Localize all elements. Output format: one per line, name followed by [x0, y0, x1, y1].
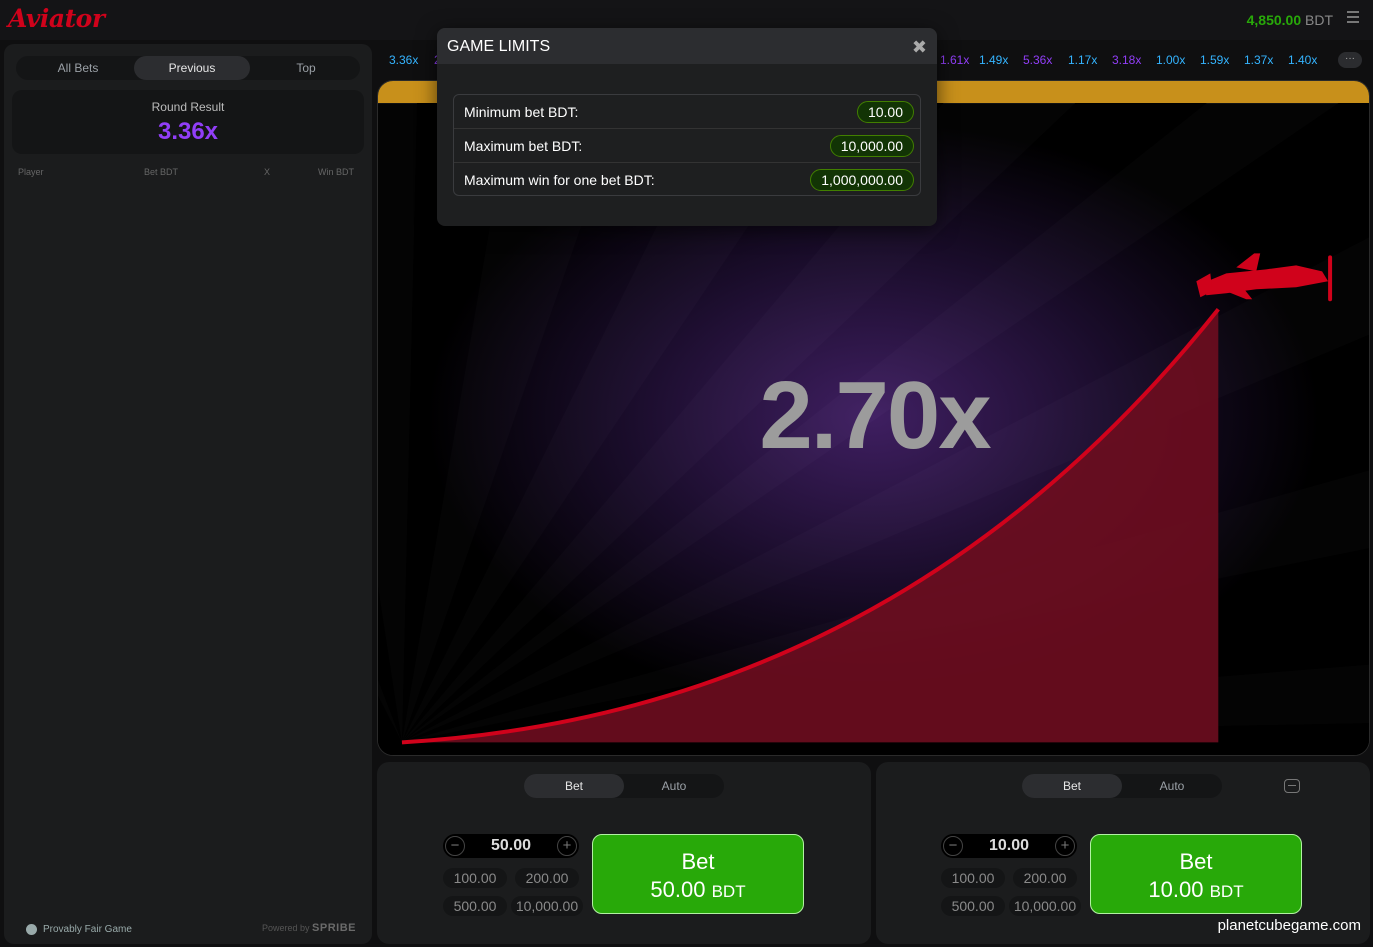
limit-row: Maximum win for one bet BDT: 1,000,000.0… [454, 163, 920, 197]
history-item: 1.00x [1156, 53, 1186, 67]
quick-amount-button[interactable]: 100.00 [443, 868, 507, 888]
quick-amount-button[interactable]: 500.00 [941, 896, 1005, 916]
bet-button-currency: BDT [711, 882, 746, 901]
limit-label: Maximum bet BDT: [464, 138, 583, 154]
tab-auto[interactable]: Auto [1122, 774, 1222, 798]
increase-button[interactable]: + [557, 836, 577, 856]
bet-button-currency: BDT [1209, 882, 1244, 901]
quick-amount-button[interactable]: 200.00 [1013, 868, 1077, 888]
round-result-box: Round Result 3.36x [12, 90, 364, 154]
bet-panel-1-tabs: Bet Auto [524, 774, 724, 798]
round-result-label: Round Result [151, 100, 225, 114]
bets-panel: All Bets Previous Top Round Result 3.36x… [4, 44, 372, 944]
history-item: 1.40x [1288, 53, 1318, 67]
bet-amount-stepper: − 10.00 + [941, 834, 1077, 858]
history-item: 1.61x [940, 53, 970, 67]
tab-bet[interactable]: Bet [524, 774, 624, 798]
history-item: 1.49x [979, 53, 1009, 67]
bets-tabs: All Bets Previous Top [16, 56, 360, 80]
limit-label: Maximum win for one bet BDT: [464, 172, 655, 188]
tab-auto[interactable]: Auto [624, 774, 724, 798]
powered-by: Powered by SPRIBE [262, 922, 356, 934]
limit-value-badge: 10.00 [856, 101, 914, 123]
limit-value-badge: 10,000.00 [829, 135, 914, 157]
bets-column-headers: Player Bet BDT X Win BDT [18, 167, 358, 179]
close-icon[interactable]: ✖ [912, 37, 927, 58]
bet-button-label: Bet [681, 849, 715, 874]
balance-amount: 4,850.00 [1246, 12, 1302, 28]
bet-button-amount: 10.00 [1148, 877, 1204, 902]
menu-icon[interactable] [1347, 11, 1359, 25]
col-win: Win BDT [318, 167, 354, 177]
limit-label: Minimum bet BDT: [464, 104, 579, 120]
quick-amount-button[interactable]: 200.00 [515, 868, 579, 888]
tab-all-bets[interactable]: All Bets [20, 56, 136, 80]
remove-panel-icon[interactable] [1284, 779, 1300, 793]
limit-value-badge: 1,000,000.00 [810, 169, 914, 191]
modal-title: GAME LIMITS [447, 38, 551, 55]
provably-fair-link[interactable]: Provably Fair Game [26, 924, 132, 935]
bet-button-label: Bet [1179, 849, 1213, 874]
history-item: 1.37x [1244, 53, 1274, 67]
bet-amount-stepper: − 50.00 + [443, 834, 579, 858]
quick-amount-button[interactable]: 500.00 [443, 896, 507, 916]
col-player: Player [18, 167, 44, 177]
col-bet: Bet BDT [144, 167, 179, 177]
bet-amount-value[interactable]: 50.00 [469, 837, 553, 855]
balance: 4,850.00 BDT [1247, 12, 1333, 28]
history-item: 1.59x [1200, 53, 1230, 67]
spribe-logo: SPRIBE [312, 922, 356, 934]
quick-amount-button[interactable]: 10,000.00 [1009, 896, 1081, 916]
limits-table: Minimum bet BDT: 10.00 Maximum bet BDT: … [453, 94, 921, 196]
history-item: 3.18x [1112, 53, 1142, 67]
history-item: 1.17x [1068, 53, 1098, 67]
watermark: planetcubegame.com [1217, 917, 1361, 934]
bet-button-amount: 50.00 [650, 877, 706, 902]
tab-bet[interactable]: Bet [1022, 774, 1122, 798]
bet-button[interactable]: Bet 10.00 BDT [1090, 834, 1302, 914]
current-multiplier: 2.70x [759, 362, 991, 469]
bet-panel-2-tabs: Bet Auto [1022, 774, 1222, 798]
quick-amount-button[interactable]: 10,000.00 [511, 896, 583, 916]
history-item: 3.36x [389, 53, 419, 67]
quick-amount-button[interactable]: 100.00 [941, 868, 1005, 888]
powered-by-label: Powered by [261, 923, 310, 933]
tab-previous[interactable]: Previous [134, 56, 250, 80]
balance-currency: BDT [1305, 12, 1333, 28]
decrease-button[interactable]: − [943, 836, 963, 856]
bet-panel-1: Bet Auto − 50.00 + 100.00 200.00 500.00 … [377, 762, 871, 944]
bet-amount-value[interactable]: 10.00 [967, 837, 1051, 855]
shield-check-icon [26, 924, 37, 935]
history-more-button[interactable]: ··· [1338, 52, 1362, 68]
modal-header: GAME LIMITS ✖ [437, 28, 937, 64]
bet-button[interactable]: Bet 50.00 BDT [592, 834, 804, 914]
limit-row: Maximum bet BDT: 10,000.00 [454, 129, 920, 163]
decrease-button[interactable]: − [445, 836, 465, 856]
game-limits-modal: GAME LIMITS ✖ Minimum bet BDT: 10.00 Max… [437, 28, 937, 226]
tab-top[interactable]: Top [248, 56, 364, 80]
limit-row: Minimum bet BDT: 10.00 [454, 95, 920, 129]
col-x: X [264, 167, 271, 177]
increase-button[interactable]: + [1055, 836, 1075, 856]
provably-fair-label: Provably Fair Game [43, 924, 132, 935]
history-item: 5.36x [1023, 53, 1053, 67]
round-result-value: 3.36x [157, 118, 219, 145]
aviator-logo[interactable]: Aviator [8, 4, 105, 33]
